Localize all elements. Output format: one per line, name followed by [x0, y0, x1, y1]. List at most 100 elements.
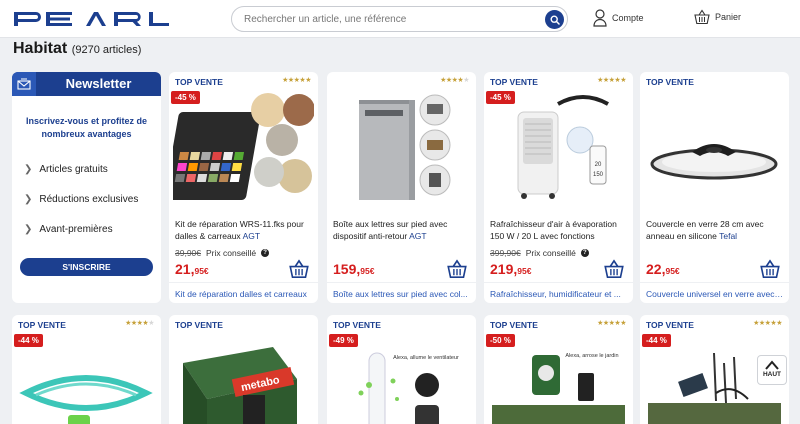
article-count: (9270 articles) — [71, 44, 142, 56]
basket-icon — [760, 259, 780, 278]
search-icon — [549, 14, 560, 25]
account-link[interactable]: Compte — [593, 9, 644, 27]
category-link[interactable]: Couvercle universel en verre avec bo... — [646, 289, 785, 299]
newsletter-benefit: ❯ Articles gratuits — [24, 164, 108, 175]
product-card[interactable]: 20 150 TOP VENTE ★★★★★ -45 % Rafraîchiss… — [484, 72, 633, 303]
price: 21,95€ — [175, 261, 209, 279]
pearl-logo-mark — [14, 12, 169, 26]
account-label: Compte — [612, 13, 644, 23]
product-card[interactable]: TOP VENTE ★★★★★ -45 % Kit de réparation … — [169, 72, 318, 303]
category-link[interactable]: Kit de réparation dalles et carreaux — [175, 289, 314, 299]
discount-badge: -45 % — [486, 91, 515, 104]
rating-stars: ★★★★★ — [282, 77, 311, 84]
top-vente-label: TOP VENTE — [333, 320, 381, 330]
newsletter-title: Newsletter — [65, 76, 132, 91]
rating-stars: ★★★★★ — [125, 320, 154, 327]
category-link[interactable]: Boîte aux lettres sur pied avec col... — [333, 289, 472, 299]
price: 219,95€ — [490, 261, 531, 279]
image-caption: Alexa, arrose le jardin — [565, 353, 618, 359]
top-vente-label: TOP VENTE — [175, 77, 223, 87]
benefit-label: Avant-premières — [39, 224, 113, 235]
card-divider — [640, 282, 789, 283]
site-header: Compte Panier — [0, 0, 800, 38]
product-title: Rafraîchisseur d'air à évaporation 150 W… — [490, 219, 617, 241]
help-icon[interactable]: ? — [580, 249, 589, 257]
product-card[interactable]: ★★★★★ Boîte aux lettres sur pied avec di… — [327, 72, 476, 303]
product-brand: AGT — [409, 231, 427, 241]
product-image[interactable] — [644, 90, 785, 210]
add-to-cart-button[interactable] — [603, 258, 625, 280]
product-image[interactable] — [169, 90, 315, 210]
product-image[interactable]: metabo — [173, 333, 314, 424]
product-brand: AGT — [242, 231, 261, 241]
subscribe-button[interactable]: S'INSCRIRE — [20, 258, 153, 276]
price-main: 21, — [175, 261, 195, 277]
benefit-label: Articles gratuits — [39, 164, 108, 175]
product-name[interactable]: Couvercle en verre 28 cm avec anneau en … — [646, 218, 786, 242]
product-card[interactable]: TOP VENTE Couvercle en verre 28 cm avec … — [640, 72, 789, 303]
back-to-top-button[interactable]: HAUT — [757, 355, 787, 385]
rrp-label: Prix conseillé — [525, 248, 576, 258]
price-cents: 95€ — [360, 266, 375, 276]
basket-icon — [289, 259, 309, 278]
rating-stars: ★★★★★ — [440, 77, 469, 84]
newsletter-header: Newsletter — [12, 72, 161, 96]
newsletter-intro: Inscrivez-vous et profitez de nombreux a… — [25, 116, 148, 139]
old-price-row: 39,90€ Prix conseillé ? — [175, 248, 270, 258]
search-button[interactable] — [545, 10, 564, 29]
search-input[interactable] — [244, 11, 534, 27]
cart-label: Panier — [715, 12, 742, 22]
old-price: 399,90€ — [490, 248, 521, 258]
old-price-row: 399,90€ Prix conseillé ? — [490, 248, 589, 258]
discount-badge: -44 % — [642, 334, 671, 347]
page-title: Habitat (9270 articles) — [13, 40, 141, 58]
card-divider — [484, 282, 633, 283]
newsletter-benefit: ❯ Avant-premières — [24, 224, 113, 235]
page-title-text: Habitat — [13, 40, 68, 57]
product-name[interactable]: Kit de réparation WRS-11.fks pour dalles… — [175, 218, 315, 242]
add-to-cart-button[interactable] — [759, 258, 781, 280]
product-card[interactable]: Alexa, arrose le jardin TOP VENTE ★★★★★ … — [484, 315, 633, 424]
back-to-top-label: HAUT — [762, 371, 782, 378]
rating-stars: ★★★★★ — [597, 320, 626, 327]
price-main: 219, — [490, 261, 518, 277]
image-caption: Alexa, allume le ventilateur — [393, 355, 459, 361]
product-title: Couvercle en verre 28 cm avec anneau en … — [646, 219, 764, 241]
basket-icon — [604, 259, 624, 278]
price-main: 159, — [333, 261, 361, 277]
discount-badge: -45 % — [171, 91, 200, 104]
top-vente-label: TOP VENTE — [646, 320, 694, 330]
svg-text:20: 20 — [595, 162, 602, 168]
top-vente-label: TOP VENTE — [18, 320, 66, 330]
product-name[interactable]: Boîte aux lettres sur pied avec disposit… — [333, 218, 473, 242]
add-to-cart-button[interactable] — [288, 258, 310, 280]
product-card[interactable]: metabo TOP VENTE — [169, 315, 318, 424]
product-title: Boîte aux lettres sur pied avec disposit… — [333, 219, 448, 241]
pearl-logo[interactable] — [14, 9, 169, 29]
user-icon — [593, 9, 607, 27]
cart-link[interactable]: Panier — [694, 9, 741, 25]
product-image[interactable] — [331, 90, 472, 210]
discount-badge: -50 % — [486, 334, 515, 347]
product-brand: Tefal — [719, 231, 738, 241]
top-vente-label: TOP VENTE — [490, 77, 538, 87]
product-card[interactable]: TOP VENTE ★★★★★ -44 % — [12, 315, 161, 424]
benefit-label: Réductions exclusives — [39, 194, 139, 205]
product-name[interactable]: Rafraîchisseur d'air à évaporation 150 W… — [490, 218, 630, 242]
newsletter-benefit: ❯ Réductions exclusives — [24, 194, 138, 205]
product-card[interactable]: Alexa, allume le ventilateur TOP VENTE -… — [327, 315, 476, 424]
price: 22,95€ — [646, 261, 680, 279]
newsletter-panel: Newsletter Inscrivez-vous et profitez de… — [12, 72, 161, 303]
discount-badge: -44 % — [14, 334, 43, 347]
envelope-icon — [17, 78, 31, 90]
help-icon[interactable]: ? — [261, 249, 270, 257]
add-to-cart-button[interactable] — [446, 258, 468, 280]
chevron-right-icon: ❯ — [24, 164, 33, 175]
basket-icon — [447, 259, 467, 278]
rating-stars: ★★★★★ — [597, 77, 626, 84]
chevron-right-icon: ❯ — [24, 194, 33, 205]
category-link[interactable]: Rafraîchisseur, humidificateur et ... — [490, 289, 629, 299]
product-image[interactable]: 20 150 — [488, 90, 629, 210]
top-vente-label: TOP VENTE — [490, 320, 538, 330]
price-main: 22, — [646, 261, 666, 277]
